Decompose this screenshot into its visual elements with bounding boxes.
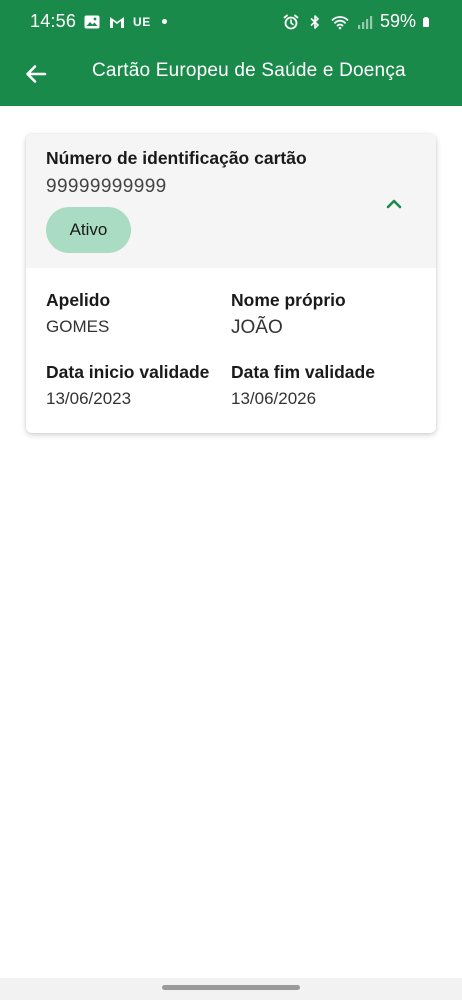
field-surname: Apelido GOMES [46, 290, 110, 337]
field-label: Apelido [46, 290, 111, 310]
gallery-icon [84, 15, 100, 28]
arrow-left-icon [26, 65, 47, 83]
bluetooth-icon [310, 14, 319, 29]
health-card: Número de identificação cartão 999999999… [26, 134, 436, 433]
field-label: Data inicio validade [46, 362, 210, 382]
signal-icon [357, 15, 373, 29]
status-bar-left: 14:56 UE [30, 11, 167, 32]
field-value: 13/06/2023 [46, 389, 132, 408]
field-start-date: Data inicio validade 13/06/2023 [46, 362, 209, 409]
back-button[interactable] [16, 54, 56, 94]
status-time: 14:56 [30, 11, 77, 31]
app-bar: Cartão Europeu de Saúde e Doença [0, 44, 462, 106]
field-value: JOÃO [231, 317, 283, 338]
card-header[interactable]: Número de identificação cartão 999999999… [26, 134, 436, 268]
field-value: GOMES [46, 317, 110, 336]
page-title: Cartão Europeu de Saúde e Doença [92, 60, 406, 81]
top-bar-area: 14:56 UE 59% Cartão Europeu de Saúde e D… [0, 0, 462, 106]
wifi-icon [331, 15, 349, 29]
card-details: Apelido GOMES Nome próprio JOÃO Data ini… [26, 268, 436, 433]
status-badge: Ativo [46, 207, 131, 253]
collapse-button[interactable] [378, 188, 410, 220]
status-bar-right: 59% [282, 11, 434, 32]
status-carrier-tag: UE [133, 14, 151, 29]
field-first-name: Nome próprio JOÃO [231, 290, 346, 339]
battery-percent: 59% [379, 11, 416, 31]
field-end-date: Data fim validade 13/06/2026 [231, 362, 375, 409]
home-indicator[interactable] [162, 985, 300, 990]
notification-dot-icon [161, 19, 167, 24]
field-label: Nome próprio [231, 290, 346, 310]
battery-icon [423, 16, 429, 27]
gmail-icon [110, 16, 125, 28]
field-value: 13/06/2026 [231, 389, 317, 408]
field-label: Data fim validade [231, 362, 375, 382]
screen: 14:56 UE 59% Cartão Europeu de Saúde e D… [0, 0, 462, 1000]
navigation-bar [0, 978, 462, 1000]
status-bar: 14:56 UE 59% [0, 0, 462, 44]
card-number-label: Número de identificação cartão [46, 148, 307, 168]
card-number-value: 99999999999 [46, 176, 167, 197]
alarm-icon [283, 14, 299, 29]
chevron-up-icon [386, 199, 402, 209]
